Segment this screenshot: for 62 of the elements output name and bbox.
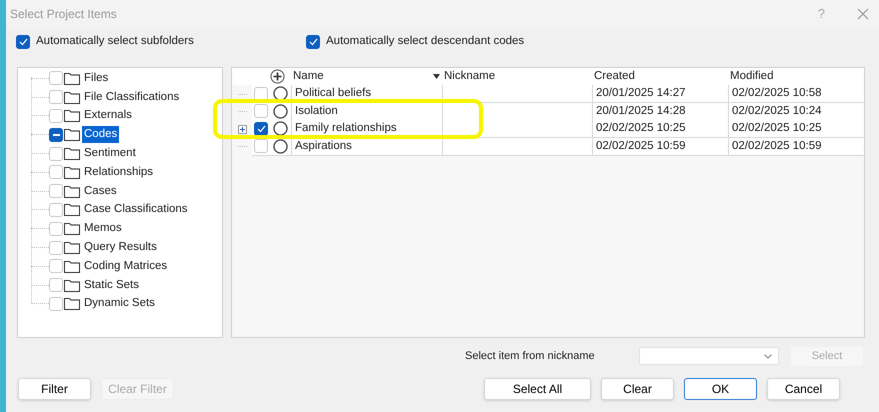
dialog-button[interactable]: Clear: [601, 378, 674, 400]
checkbox[interactable]: [49, 128, 63, 142]
expand-icon[interactable]: [238, 124, 246, 134]
add-column-icon[interactable]: [270, 69, 285, 84]
nickname-dropdown[interactable]: [639, 347, 779, 365]
folder-item[interactable]: Files: [82, 70, 110, 88]
folder-icon: [64, 147, 80, 160]
folder-icon: [64, 222, 80, 236]
folder-icon: [64, 203, 80, 216]
folder-item[interactable]: Coding Matrices: [82, 258, 170, 275]
dialog-button[interactable]: OK: [684, 378, 757, 400]
chevron-down-icon: [764, 354, 772, 358]
table-cell: 02/02/2025 10:59: [728, 138, 864, 156]
table-cell: 02/02/2025 10:25: [728, 120, 864, 138]
option-label: Automatically select subfolders: [36, 34, 194, 50]
checkbox[interactable]: [16, 35, 30, 49]
folder-icon: [64, 184, 80, 198]
dialog-button[interactable]: Cancel: [767, 378, 840, 400]
folder-item[interactable]: Externals: [82, 107, 134, 125]
window-title: Select Project Items: [10, 6, 118, 23]
column-header[interactable]: Name: [291, 68, 324, 86]
table-cell: 20/01/2025 14:27: [592, 85, 728, 103]
table-cell: 20/01/2025 14:28: [592, 102, 728, 120]
folder-item[interactable]: Sentiment: [82, 144, 138, 162]
close-icon[interactable]: [857, 8, 869, 20]
folder-icon: [64, 241, 80, 254]
folder-icon: [64, 297, 80, 310]
table-cell: 02/02/2025 10:24: [728, 102, 864, 120]
folder-icon: [64, 166, 80, 179]
check-icon: [256, 124, 266, 132]
folder-item[interactable]: Case Classifications: [82, 201, 190, 219]
folder-item[interactable]: Memos: [82, 220, 124, 238]
option-label: Automatically select descendant codes: [326, 34, 524, 50]
folder-icon: [64, 72, 80, 85]
table-cell: 02/02/2025 10:25: [592, 120, 728, 138]
folder-icon: [64, 128, 80, 142]
folder-item[interactable]: Dynamic Sets: [82, 295, 157, 313]
folder-item[interactable]: Query Results: [82, 238, 159, 256]
table-cell: 02/02/2025 10:59: [592, 138, 728, 156]
nickname-label: Select item from nickname: [465, 348, 596, 364]
folder-item[interactable]: Relationships: [82, 164, 156, 181]
checkbox[interactable]: [306, 35, 320, 49]
folder-item[interactable]: Cases: [82, 182, 119, 200]
folder-icon: [64, 260, 80, 273]
code-circle-icon: [273, 138, 288, 154]
check-icon: [308, 38, 318, 46]
sort-icon: [433, 74, 440, 80]
dialog-button[interactable]: Filter: [18, 378, 91, 400]
column-header[interactable]: Modified: [728, 68, 864, 86]
folder-icon: [64, 90, 80, 104]
column-header[interactable]: Nickname: [442, 68, 592, 86]
column-header[interactable]: Created: [592, 68, 728, 86]
folder-item[interactable]: File Classifications: [82, 88, 182, 106]
checkbox[interactable]: [254, 122, 268, 136]
folder-item[interactable]: Codes: [82, 126, 120, 144]
dialog-button[interactable]: Select All: [484, 378, 591, 400]
folder-icon: [64, 278, 80, 292]
table-cell[interactable]: Isolation: [291, 102, 442, 120]
table-cell: 02/02/2025 10:58: [728, 85, 864, 103]
folder-icon: [64, 109, 80, 122]
folder-item[interactable]: Static Sets: [82, 276, 141, 294]
check-icon: [18, 38, 28, 46]
